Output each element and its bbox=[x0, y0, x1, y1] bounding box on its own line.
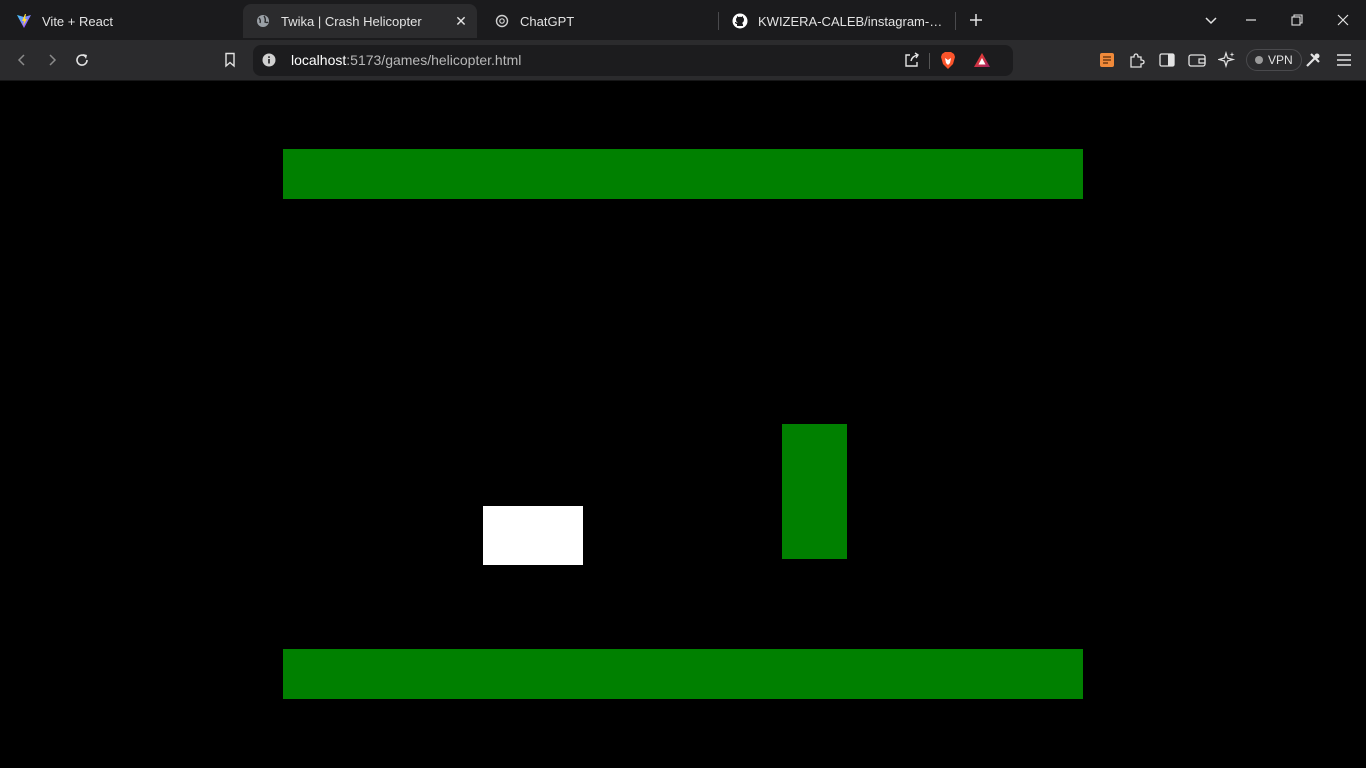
new-tab-button[interactable] bbox=[964, 8, 988, 32]
wallet-icon bbox=[1188, 54, 1206, 67]
arrow-right-icon bbox=[49, 54, 57, 66]
brave-shields-icon[interactable] bbox=[939, 51, 957, 76]
tab-divider bbox=[718, 12, 719, 30]
tab-vite-react[interactable]: Vite + React bbox=[4, 4, 240, 38]
sidebar-icon bbox=[1159, 53, 1175, 67]
chevron-down-icon bbox=[1205, 17, 1217, 25]
tab-strip: Vite + React Twika | Crash Helicopter ✕ … bbox=[0, 0, 1366, 40]
close-tab-icon[interactable]: ✕ bbox=[453, 13, 469, 29]
reload-icon bbox=[76, 54, 88, 66]
minimize-button[interactable] bbox=[1236, 4, 1266, 36]
vpn-label: VPN bbox=[1268, 53, 1293, 67]
sidebar-button[interactable] bbox=[1153, 46, 1181, 74]
puzzle-icon bbox=[1130, 53, 1145, 68]
extension-orange-icon bbox=[1100, 53, 1114, 67]
share-icon[interactable] bbox=[903, 51, 921, 74]
restore-button[interactable] bbox=[1282, 4, 1312, 36]
bookmark-button[interactable] bbox=[216, 46, 244, 74]
tab-title: ChatGPT bbox=[520, 13, 575, 29]
chatgpt-icon bbox=[494, 13, 510, 29]
site-info-icon[interactable] bbox=[262, 53, 276, 72]
browser-toolbar: localhost:5173/games/helicopter.html VPN bbox=[0, 40, 1366, 81]
url-text[interactable]: localhost:5173/games/helicopter.html bbox=[291, 52, 521, 68]
game-canvas[interactable] bbox=[283, 149, 1083, 699]
address-bar[interactable]: localhost:5173/games/helicopter.html bbox=[253, 45, 1013, 76]
helicopter bbox=[483, 506, 583, 565]
top-wall bbox=[283, 149, 1083, 199]
reload-button[interactable] bbox=[68, 46, 96, 74]
page-viewport bbox=[0, 82, 1366, 768]
back-button[interactable] bbox=[8, 46, 36, 74]
tools-icon bbox=[1306, 53, 1320, 67]
tab-title: Vite + React bbox=[42, 13, 113, 29]
wallet-button[interactable] bbox=[1183, 46, 1211, 74]
arrow-left-icon bbox=[17, 54, 25, 66]
extension-button[interactable] bbox=[1093, 46, 1121, 74]
vpn-status-icon bbox=[1255, 56, 1263, 64]
bottom-wall bbox=[283, 649, 1083, 699]
menu-button[interactable] bbox=[1330, 46, 1358, 74]
url-path: :5173/games/helicopter.html bbox=[346, 52, 522, 68]
extensions-button[interactable] bbox=[1123, 46, 1151, 74]
tab-search-button[interactable] bbox=[1196, 4, 1226, 36]
vite-icon bbox=[16, 13, 32, 29]
obstacle-block bbox=[782, 424, 847, 559]
leo-ai-button[interactable] bbox=[1213, 46, 1241, 74]
omnibox-divider bbox=[929, 53, 930, 69]
restore-icon bbox=[1291, 14, 1303, 26]
github-icon bbox=[732, 13, 748, 29]
tab-crash-helicopter[interactable]: Twika | Crash Helicopter ✕ bbox=[243, 4, 477, 38]
close-window-button[interactable] bbox=[1328, 4, 1358, 36]
sparkle-icon bbox=[1218, 51, 1236, 69]
brave-rewards-icon[interactable] bbox=[973, 51, 991, 74]
plus-icon bbox=[970, 14, 982, 26]
minimize-icon bbox=[1246, 19, 1256, 21]
bookmark-icon bbox=[225, 52, 235, 68]
tools-button[interactable] bbox=[1299, 46, 1327, 74]
forward-button[interactable] bbox=[38, 46, 66, 74]
tab-title: Twika | Crash Helicopter bbox=[281, 13, 422, 29]
tab-divider bbox=[955, 12, 956, 30]
hamburger-menu-icon bbox=[1337, 54, 1351, 66]
vpn-button[interactable]: VPN bbox=[1246, 49, 1302, 71]
tab-github-instagram-clone[interactable]: KWIZERA-CALEB/instagram-clone: T bbox=[720, 4, 956, 38]
close-icon bbox=[1337, 14, 1349, 26]
tab-chatgpt[interactable]: ChatGPT bbox=[482, 4, 716, 38]
globe-icon bbox=[255, 13, 271, 29]
tab-title: KWIZERA-CALEB/instagram-clone: T bbox=[758, 13, 944, 29]
url-host: localhost bbox=[291, 52, 347, 68]
